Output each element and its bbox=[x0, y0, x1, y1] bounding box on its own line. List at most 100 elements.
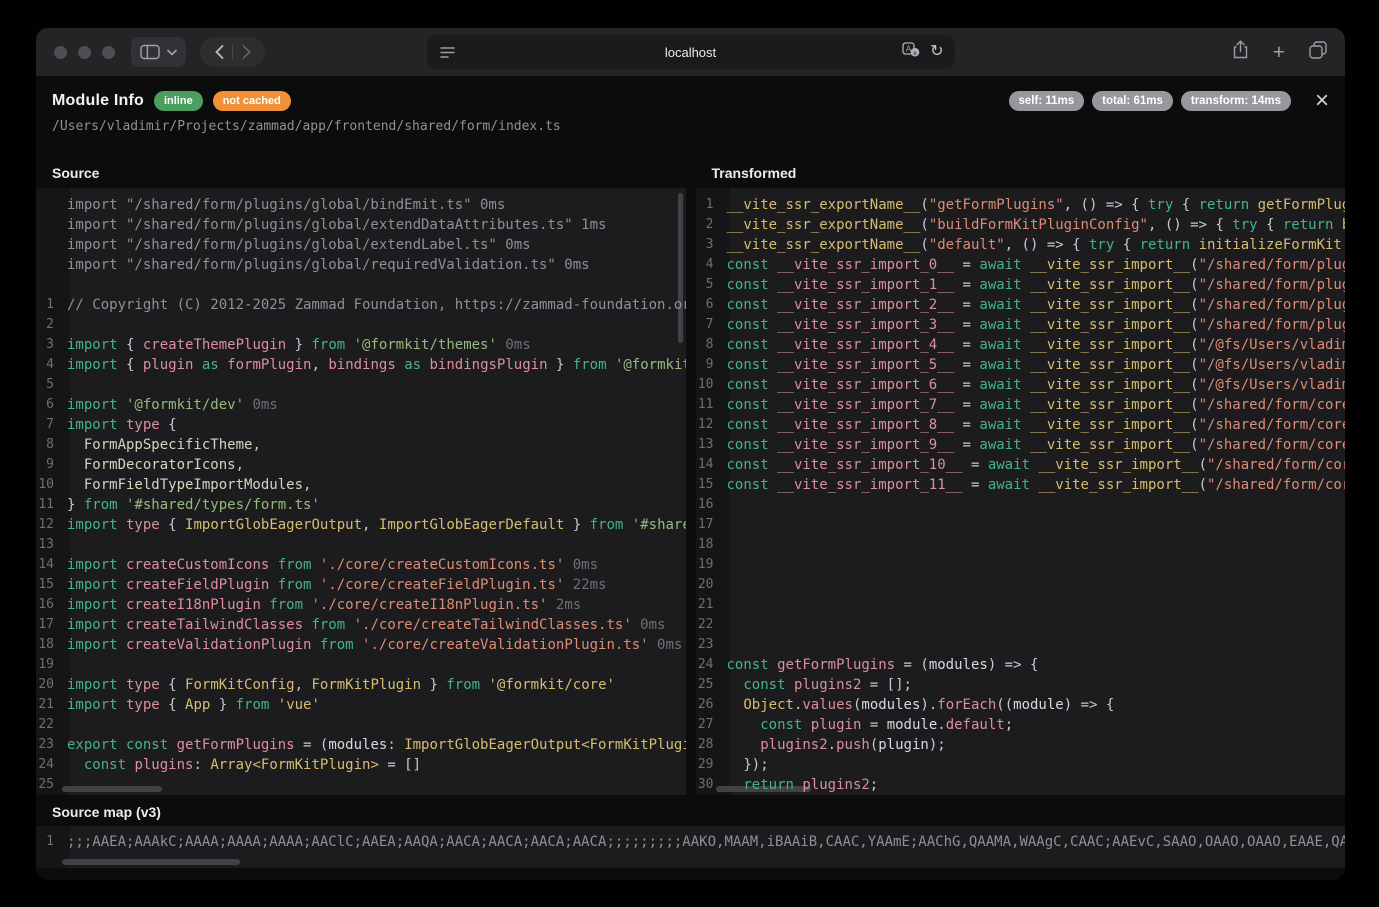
code-line: 2__vite_ssr_exportName__("buildFormKitPl… bbox=[696, 215, 1346, 235]
code-line: 24 const plugins: Array<FormKitPlugin> =… bbox=[36, 755, 686, 775]
line-number: 1 bbox=[36, 832, 62, 852]
back-button[interactable] bbox=[206, 39, 232, 65]
source-code-area[interactable]: import "/shared/form/plugins/global/bind… bbox=[36, 188, 686, 795]
code-line: 21import type { App } from 'vue' bbox=[36, 695, 686, 715]
code-line: import "/shared/form/plugins/global/exte… bbox=[36, 235, 686, 255]
line-number: 4 bbox=[696, 255, 722, 275]
line-number: 6 bbox=[696, 295, 722, 315]
code-line: 16import createI18nPlugin from './core/c… bbox=[36, 595, 686, 615]
chevron-down-icon bbox=[167, 49, 177, 56]
line-number: 23 bbox=[696, 635, 722, 655]
code-line: 15import createFieldPlugin from './core/… bbox=[36, 575, 686, 595]
address-bar-actions: A x ↻ bbox=[902, 42, 943, 62]
line-number: 18 bbox=[696, 535, 722, 555]
code-line: 30 return plugins2; bbox=[696, 775, 1346, 795]
code-line: 27 const plugin = module.default; bbox=[696, 715, 1346, 735]
line-number: 10 bbox=[36, 475, 62, 495]
line-number: 6 bbox=[36, 395, 62, 415]
code-line: 29 }); bbox=[696, 755, 1346, 775]
code-line: 25 bbox=[36, 775, 686, 795]
code-line: 17import createTailwindClasses from './c… bbox=[36, 615, 686, 635]
module-file-path: /Users/vladimir/Projects/zammad/app/fron… bbox=[52, 119, 1329, 134]
code-line: 9const __vite_ssr_import_5__ = await __v… bbox=[696, 355, 1346, 375]
line-number: 8 bbox=[696, 335, 722, 355]
line-number: 17 bbox=[36, 615, 62, 635]
translate-icon[interactable]: A x bbox=[902, 42, 920, 62]
line-number bbox=[36, 275, 62, 295]
close-window-button[interactable] bbox=[54, 46, 67, 59]
code-line: 28 plugins2.push(plugin); bbox=[696, 735, 1346, 755]
line-number: 10 bbox=[696, 375, 722, 395]
line-number: 22 bbox=[696, 615, 722, 635]
code-line: 2 bbox=[36, 315, 686, 335]
code-line: 19 bbox=[696, 555, 1346, 575]
code-line: 22 bbox=[36, 715, 686, 735]
code-line: 26 Object.values(modules).forEach((modul… bbox=[696, 695, 1346, 715]
total-time-badge: total: 61ms bbox=[1092, 91, 1173, 111]
close-icon[interactable]: × bbox=[1315, 93, 1329, 109]
code-line: 1;;;AAEA;AAAkC;AAAA;AAAA;AAAA;AAClC;AAEA… bbox=[36, 832, 1345, 852]
line-number: 11 bbox=[696, 395, 722, 415]
reader-icon[interactable] bbox=[440, 46, 455, 59]
sourcemap-title: Source map (v3) bbox=[36, 798, 1345, 826]
code-line: 15const __vite_ssr_import_11__ = await _… bbox=[696, 475, 1346, 495]
line-number: 3 bbox=[36, 335, 62, 355]
code-line: 18import createValidationPlugin from './… bbox=[36, 635, 686, 655]
zoom-window-button[interactable] bbox=[102, 46, 115, 59]
code-line: 8const __vite_ssr_import_4__ = await __v… bbox=[696, 335, 1346, 355]
address-bar[interactable]: localhost A x ↻ bbox=[427, 35, 955, 69]
new-tab-icon[interactable]: + bbox=[1273, 42, 1285, 63]
line-number: 3 bbox=[696, 235, 722, 255]
code-line: 14const __vite_ssr_import_10__ = await _… bbox=[696, 455, 1346, 475]
line-number: 30 bbox=[696, 775, 722, 795]
tab-overview-icon[interactable] bbox=[1309, 41, 1327, 64]
line-number: 13 bbox=[36, 535, 62, 555]
line-number: 22 bbox=[36, 715, 62, 735]
line-number: 25 bbox=[36, 775, 62, 795]
code-line: 1__vite_ssr_exportName__("getFormPlugins… bbox=[696, 195, 1346, 215]
sourcemap-code-area[interactable]: 1;;;AAEA;AAAkC;AAAA;AAAA;AAAA;AAClC;AAEA… bbox=[36, 826, 1345, 868]
sidebar-icon bbox=[140, 44, 160, 60]
line-number bbox=[36, 235, 62, 255]
line-number: 16 bbox=[696, 495, 722, 515]
line-number: 15 bbox=[696, 475, 722, 495]
line-number: 7 bbox=[696, 315, 722, 335]
share-icon[interactable] bbox=[1232, 40, 1249, 64]
sourcemap-horizontal-scrollbar[interactable] bbox=[62, 859, 240, 865]
forward-button[interactable] bbox=[233, 39, 259, 65]
code-line: 11} from '#shared/types/form.ts' bbox=[36, 495, 686, 515]
code-panels: Source import "/shared/form/plugins/glob… bbox=[36, 158, 1345, 795]
code-line: 4import { plugin as formPlugin, bindings… bbox=[36, 355, 686, 375]
code-line: 12const __vite_ssr_import_8__ = await __… bbox=[696, 415, 1346, 435]
code-line: 12import type { ImportGlobEagerOutput, I… bbox=[36, 515, 686, 535]
code-line: 6const __vite_ssr_import_2__ = await __v… bbox=[696, 295, 1346, 315]
code-line: 10 FormFieldTypeImportModules, bbox=[36, 475, 686, 495]
line-number: 11 bbox=[36, 495, 62, 515]
line-number: 16 bbox=[36, 595, 62, 615]
line-number: 12 bbox=[36, 515, 62, 535]
transformed-code-area[interactable]: 1__vite_ssr_exportName__("getFormPlugins… bbox=[696, 188, 1346, 795]
browser-toolbar: localhost A x ↻ bbox=[36, 28, 1345, 76]
line-number: 5 bbox=[36, 375, 62, 395]
code-line: 1// Copyright (C) 2012-2025 Zammad Found… bbox=[36, 295, 686, 315]
line-number: 20 bbox=[36, 675, 62, 695]
code-line: import "/shared/form/plugins/global/bind… bbox=[36, 195, 686, 215]
line-number: 24 bbox=[36, 755, 62, 775]
transformed-panel: Transformed 1__vite_ssr_exportName__("ge… bbox=[696, 158, 1346, 795]
code-line: 19 bbox=[36, 655, 686, 675]
code-line: import "/shared/form/plugins/global/requ… bbox=[36, 255, 686, 275]
line-number: 28 bbox=[696, 735, 722, 755]
line-number: 14 bbox=[36, 555, 62, 575]
code-line: 23 bbox=[696, 635, 1346, 655]
line-number: 1 bbox=[36, 295, 62, 315]
code-line: 21 bbox=[696, 595, 1346, 615]
line-number: 18 bbox=[36, 635, 62, 655]
toolbar-right: + bbox=[1232, 40, 1327, 64]
minimize-window-button[interactable] bbox=[78, 46, 91, 59]
line-number: 2 bbox=[696, 215, 722, 235]
reload-icon[interactable]: ↻ bbox=[930, 44, 943, 60]
code-line: 17 bbox=[696, 515, 1346, 535]
line-number: 7 bbox=[36, 415, 62, 435]
sidebar-toggle-button[interactable] bbox=[131, 37, 186, 67]
line-number: 12 bbox=[696, 415, 722, 435]
